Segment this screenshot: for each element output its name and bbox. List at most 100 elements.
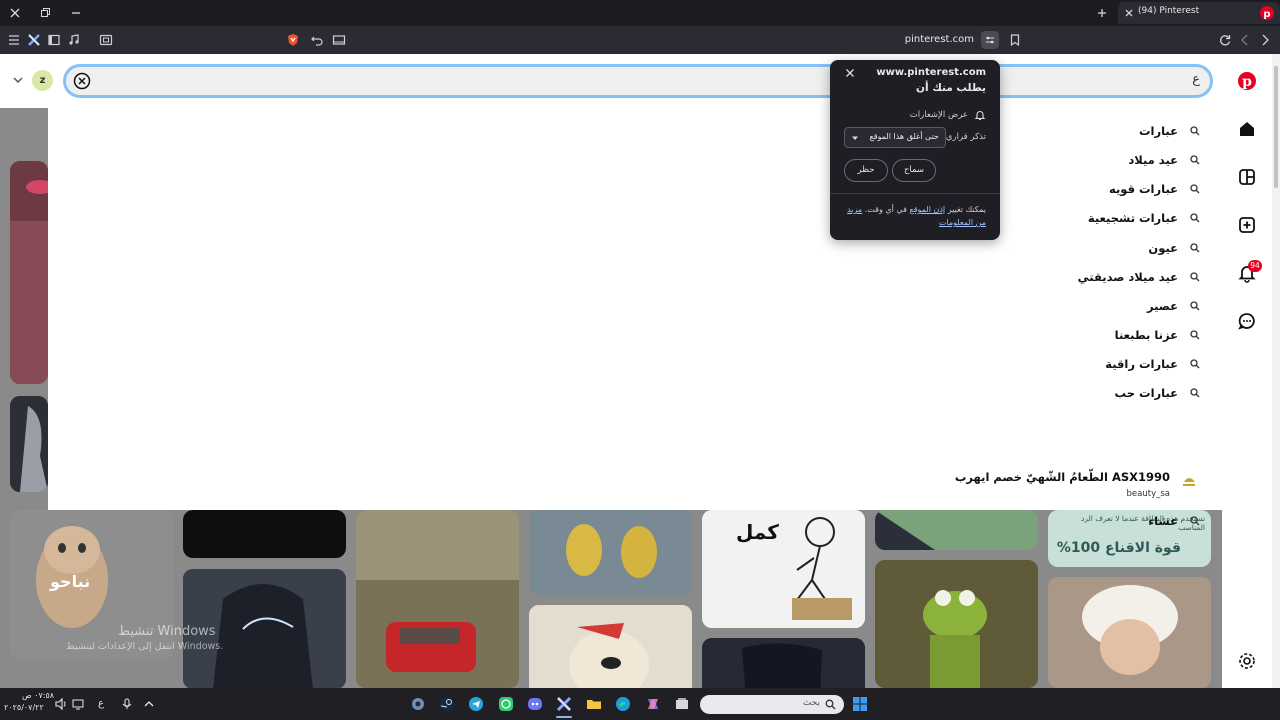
home-icon[interactable] bbox=[1236, 118, 1258, 140]
clear-search-icon[interactable] bbox=[73, 72, 91, 90]
pin-dog[interactable] bbox=[529, 605, 692, 688]
brave-shields-icon[interactable] bbox=[285, 32, 301, 48]
pin-city-car[interactable] bbox=[356, 510, 519, 688]
messages-icon[interactable] bbox=[1236, 310, 1258, 332]
bell-icon bbox=[974, 109, 986, 121]
taskbar-search[interactable]: بحث bbox=[700, 695, 844, 714]
pin-baby[interactable] bbox=[1048, 577, 1211, 688]
windows-watermark-text: انتقل إلى الإعدادات لتنشيط Windows. bbox=[66, 641, 224, 652]
search-icon bbox=[1190, 301, 1200, 311]
popup-site: www.pinterest.com bbox=[876, 67, 986, 78]
site-permission-link[interactable]: إذن الموقع bbox=[909, 205, 945, 214]
browser-taskbar-icon[interactable] bbox=[556, 696, 572, 712]
suggestion-item[interactable]: عبارات حب bbox=[1115, 383, 1200, 403]
clock-time[interactable]: ٠٧:٥٨ ص bbox=[22, 691, 54, 700]
taskbar-search-placeholder: بحث bbox=[802, 698, 820, 708]
pin-tile[interactable] bbox=[10, 161, 48, 384]
close-popup-icon[interactable] bbox=[844, 67, 856, 79]
edge-icon[interactable] bbox=[615, 696, 631, 712]
block-button[interactable]: حظر bbox=[844, 159, 888, 182]
steam-icon[interactable] bbox=[439, 696, 455, 712]
popup-subtitle: يطلب منك أن bbox=[915, 82, 986, 94]
sidebar-toggle-icon[interactable] bbox=[46, 32, 62, 48]
clock-date[interactable]: ٢٠٢٥/٠٧/٢٢ bbox=[4, 703, 44, 712]
product-account[interactable]: beauty_sa bbox=[1127, 489, 1170, 499]
suggestion-item[interactable]: عبارات راقية bbox=[1105, 354, 1200, 374]
suggestion-item[interactable]: عشاء bbox=[1148, 511, 1200, 531]
language-indicator[interactable]: ع bbox=[98, 698, 104, 709]
browser-logo-icon[interactable] bbox=[26, 32, 42, 48]
chevron-up-icon[interactable] bbox=[141, 696, 157, 712]
discord-icon[interactable] bbox=[527, 696, 543, 712]
suggestion-label: عبارات تشجيعية bbox=[1087, 211, 1178, 225]
music-icon[interactable] bbox=[66, 32, 82, 48]
file-explorer-icon[interactable] bbox=[586, 696, 602, 712]
pin-kermit[interactable] bbox=[875, 560, 1038, 688]
remember-value: حتى أغلق هذا الموقع bbox=[869, 132, 939, 141]
pin-birds[interactable] bbox=[529, 510, 692, 595]
explore-icon[interactable] bbox=[1236, 166, 1258, 188]
popup-footer: يمكنك تغيير إذن الموقع في أي وقت. مزيد م… bbox=[844, 203, 986, 229]
start-windows-icon[interactable] bbox=[852, 696, 868, 712]
menu-icon[interactable] bbox=[6, 32, 22, 48]
suggestion-item[interactable]: عبارات تشجيعية bbox=[1088, 208, 1200, 228]
reading-mode-icon[interactable] bbox=[331, 32, 347, 48]
suggestion-label: عيد ميلاد صديقتي bbox=[1077, 270, 1178, 284]
task-view-icon[interactable] bbox=[674, 696, 690, 712]
suggestion-item[interactable]: عيد ميلاد صديقتي bbox=[1078, 267, 1200, 287]
whatsapp-icon[interactable] bbox=[498, 696, 514, 712]
search-icon bbox=[1190, 155, 1200, 165]
settings-icon[interactable] bbox=[1236, 650, 1258, 672]
pin-sign-meme[interactable]: كمل bbox=[702, 510, 865, 628]
reload-icon[interactable] bbox=[1217, 32, 1233, 48]
notification-permission-popup: www.pinterest.com يطلب منك أن عرض الإشعا… bbox=[830, 60, 1000, 240]
undo-icon[interactable] bbox=[309, 32, 325, 48]
create-icon[interactable] bbox=[1236, 214, 1258, 236]
microphone-icon[interactable] bbox=[119, 696, 135, 712]
suggestion-label: عبارات حب bbox=[1114, 386, 1178, 400]
account-dropdown-icon[interactable] bbox=[12, 74, 24, 86]
suggestion-item[interactable]: عبارات قويه bbox=[1109, 179, 1200, 199]
screenshot-icon[interactable] bbox=[98, 32, 114, 48]
minimize-window-icon[interactable] bbox=[68, 5, 84, 21]
pin-tile[interactable] bbox=[10, 396, 48, 492]
search-input[interactable]: ع bbox=[63, 64, 1213, 98]
avatar[interactable]: z bbox=[32, 70, 53, 91]
search-icon bbox=[1190, 243, 1200, 253]
back-icon[interactable] bbox=[1237, 32, 1253, 48]
restore-window-icon[interactable] bbox=[37, 5, 53, 21]
pin-tile[interactable] bbox=[702, 638, 865, 688]
pin-sign-text: كمل bbox=[736, 520, 779, 544]
close-window-icon[interactable] bbox=[7, 5, 23, 21]
search-icon bbox=[1190, 184, 1200, 194]
close-tab-icon[interactable] bbox=[1123, 7, 1135, 19]
settings-app-icon[interactable] bbox=[410, 696, 426, 712]
product-suggestion-title[interactable]: الطّعامُ الشّهيّ خصم ايهرب ASX1990 bbox=[955, 470, 1170, 484]
suggestion-item[interactable]: عبارات bbox=[1139, 121, 1200, 141]
browser-toolbar: pinterest.com bbox=[0, 26, 1280, 54]
remember-select[interactable]: حتى أغلق هذا الموقع bbox=[844, 127, 946, 148]
page-scrollbar[interactable] bbox=[1272, 54, 1280, 688]
suggestion-item[interactable]: عيد ميلاد bbox=[1128, 150, 1200, 170]
suggestion-item[interactable]: عصير bbox=[1147, 296, 1200, 316]
new-tab-icon[interactable] bbox=[1094, 5, 1110, 21]
pinterest-logo-icon[interactable]: p bbox=[1236, 70, 1258, 92]
address-bar[interactable]: pinterest.com bbox=[900, 34, 974, 45]
network-icon[interactable] bbox=[70, 696, 86, 712]
browser-tab[interactable]: (94) Pinterest p bbox=[1118, 2, 1280, 24]
suggestion-label: عبارات راقية bbox=[1105, 357, 1178, 371]
pin-grid: نباحو كمل تستخدم هذه البطاقة عندما لا تع… bbox=[0, 510, 1222, 688]
volume-icon[interactable] bbox=[53, 696, 69, 712]
site-settings-icon[interactable] bbox=[981, 31, 999, 49]
suggestion-item[interactable]: عيون bbox=[1148, 238, 1200, 258]
allow-button[interactable]: سماح bbox=[892, 159, 936, 182]
telegram-icon[interactable] bbox=[468, 696, 484, 712]
pin-tile[interactable] bbox=[183, 510, 346, 558]
search-row: z ع bbox=[0, 54, 1222, 108]
pin-tile[interactable] bbox=[875, 510, 1038, 550]
forward-icon[interactable] bbox=[1257, 32, 1273, 48]
bookmark-icon[interactable] bbox=[1007, 32, 1023, 48]
suggestion-item[interactable]: عزنا بطبعنا bbox=[1115, 325, 1200, 345]
svg-text:p: p bbox=[1242, 74, 1252, 90]
copilot-icon[interactable] bbox=[645, 696, 661, 712]
